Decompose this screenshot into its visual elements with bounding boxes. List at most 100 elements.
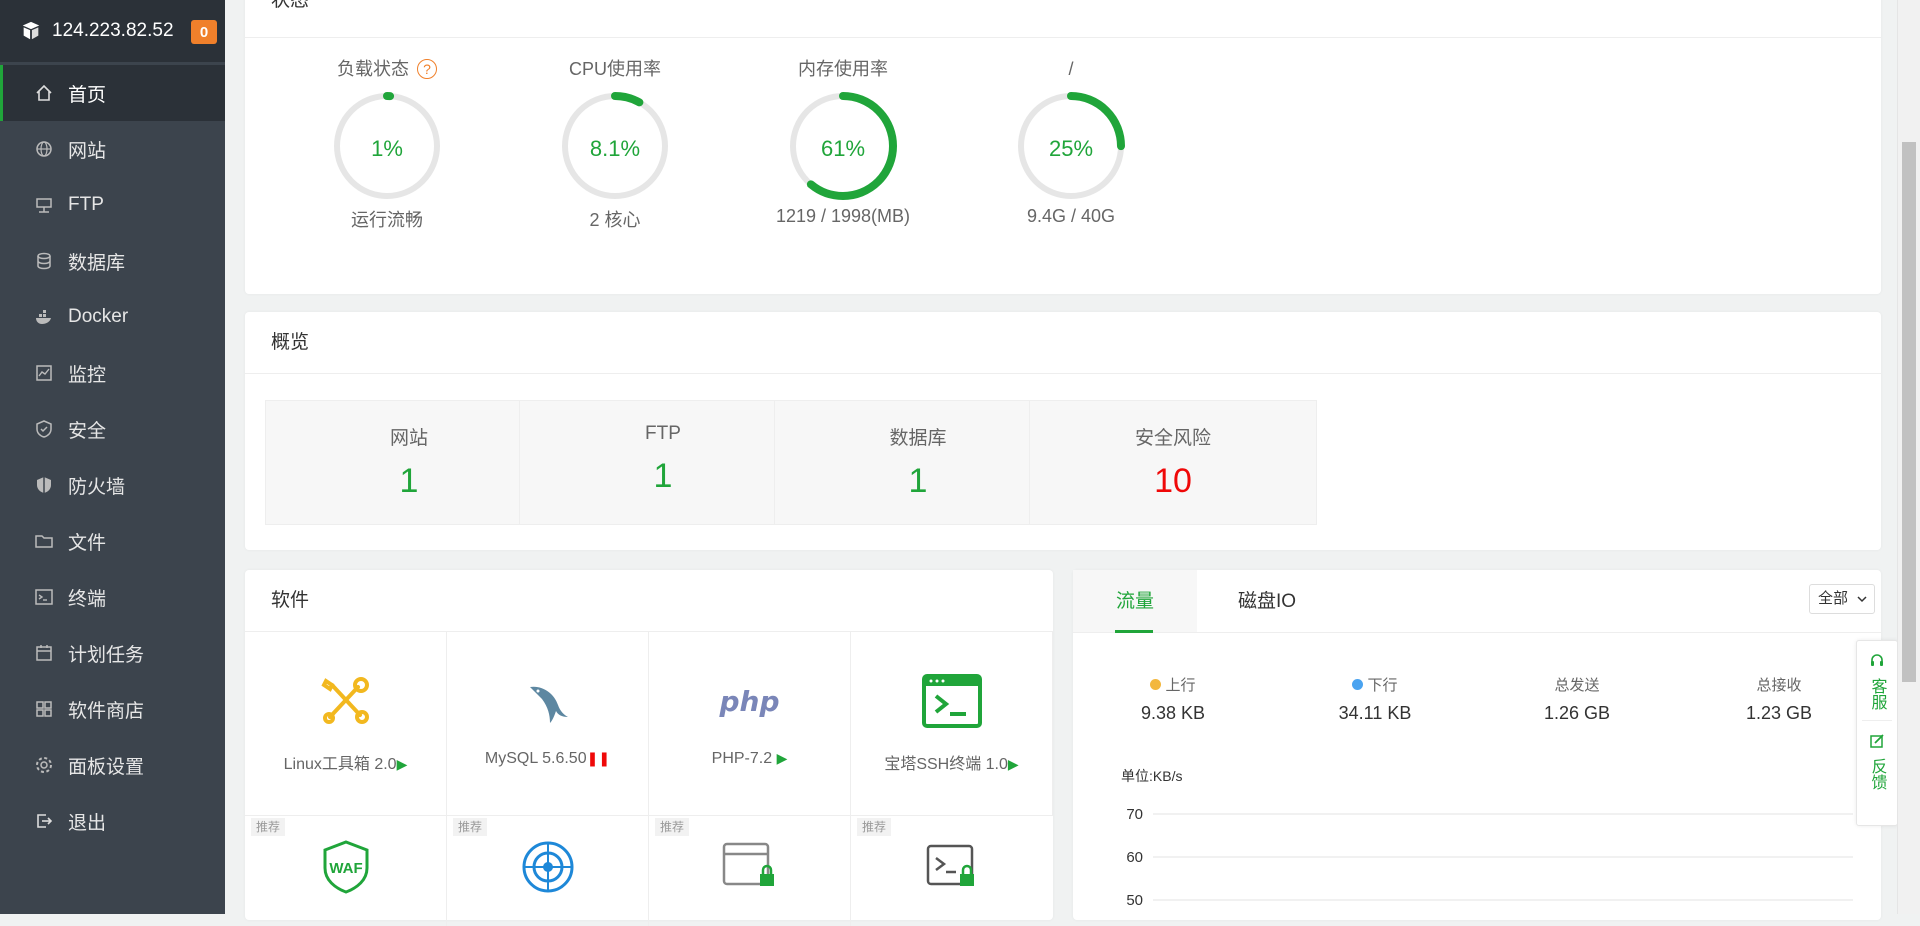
- gauge-subtext: 2 核心: [589, 210, 641, 230]
- recommended-waf[interactable]: 推荐 WAF: [245, 816, 447, 926]
- docker-icon: [34, 307, 54, 327]
- sidebar-item-4[interactable]: Docker: [0, 289, 225, 345]
- headset-icon: [1871, 654, 1883, 666]
- play-icon[interactable]: ▶: [777, 750, 788, 766]
- sidebar-item-label: Docker: [68, 306, 129, 327]
- waf-logo-text: WAF: [329, 860, 362, 877]
- sidebar-item-13[interactable]: 退出: [0, 793, 225, 849]
- sidebar-item-7[interactable]: 防火墙: [0, 457, 225, 513]
- software-item-mysql[interactable]: MySQL 5.6.50❚❚: [447, 632, 649, 816]
- play-icon[interactable]: ▶: [397, 756, 408, 772]
- customer-service-button[interactable]: 客服: [1857, 641, 1897, 710]
- overview-title: 概览: [245, 312, 1881, 374]
- logout-icon: [34, 811, 54, 831]
- software-item-php[interactable]: php PHP-7.2 ▶: [649, 632, 851, 816]
- y-tick-label: 60: [1126, 849, 1143, 866]
- sidebar-item-5[interactable]: 监控: [0, 345, 225, 401]
- gauge-2: 内存使用率 61% 1219 / 1998(MB): [753, 56, 933, 227]
- gauge-value: 61%: [820, 136, 866, 161]
- sidebar-item-label: 软件商店: [68, 700, 145, 722]
- stat-label: 总发送: [1554, 677, 1600, 694]
- apps-icon: [34, 699, 54, 719]
- toolbox-icon: [320, 677, 369, 724]
- recommended-website-lock[interactable]: 推荐: [649, 816, 851, 926]
- overview-card-3[interactable]: 安全风险 10: [1029, 400, 1317, 525]
- stat-label: 上行: [1165, 677, 1196, 694]
- status-title: 状态: [245, 0, 1881, 38]
- gauge-label: CPU使用率: [568, 59, 661, 79]
- sidebar-item-label: 终端: [68, 588, 107, 610]
- gauge-value: 1%: [371, 136, 403, 161]
- page-scrollbar[interactable]: [1897, 0, 1920, 914]
- sidebar-item-label: 计划任务: [68, 644, 145, 666]
- gauge-1: CPU使用率 8.1% 2 核心: [525, 56, 705, 232]
- software-name: 宝塔SSH终端 1.0: [884, 756, 1008, 773]
- overview-card-value: 1: [399, 462, 419, 500]
- sidebar-item-1[interactable]: 网站: [0, 121, 225, 177]
- php-logo-icon: php: [719, 684, 780, 718]
- stat-total-sent: 总发送 1.26 GB: [1477, 674, 1677, 724]
- main-content: 状态 负载状态? 1% 运行流畅 CPU使用率 8.1% 2 核心 内存使用率 61% 1219…: [225, 0, 1897, 926]
- software-title: 软件: [245, 570, 1053, 632]
- sidebar-item-12[interactable]: 面板设置: [0, 737, 225, 793]
- sidebar: 124.223.82.52 0 首页 网站 FTP 数据库 Docker 监控安全 防火墙文…: [0, 0, 225, 914]
- home-icon: [34, 83, 54, 103]
- gauge-3: / 25% 9.4G / 40G: [981, 56, 1161, 227]
- folder-icon: [34, 531, 54, 551]
- message-badge[interactable]: 0: [191, 20, 217, 44]
- overview-card-value: 10: [1154, 462, 1192, 500]
- customer-service-label: 客服: [1868, 678, 1886, 710]
- traffic-panel: 流量 磁盘IO 全部 上行 9.38 KB 下行 34.11 KB 总发送 1.…: [1073, 570, 1881, 920]
- sidebar-item-label: 监控: [68, 364, 107, 386]
- stat-label: 下行: [1367, 677, 1398, 694]
- recommend-tag: 推荐: [453, 818, 488, 836]
- recommended-monitor[interactable]: 推荐: [447, 816, 649, 926]
- stat-value: 9.38 KB: [1140, 703, 1206, 723]
- pause-icon[interactable]: ❚❚: [587, 750, 610, 766]
- gauge-label: 内存使用率: [798, 59, 888, 79]
- tab-traffic[interactable]: 流量: [1073, 570, 1197, 633]
- gauge-label: 负载状态: [337, 59, 409, 79]
- sidebar-item-8[interactable]: 文件: [0, 513, 225, 569]
- sidebar-item-0[interactable]: 首页: [0, 65, 225, 121]
- sidebar-item-2[interactable]: FTP: [0, 177, 225, 233]
- feedback-button[interactable]: 反馈: [1857, 721, 1897, 790]
- software-item-ssh-terminal[interactable]: 宝塔SSH终端 1.0▶: [851, 632, 1053, 816]
- sidebar-item-11[interactable]: 软件商店: [0, 681, 225, 737]
- sidebar-item-label: 面板设置: [68, 756, 145, 778]
- overview-card-value: 1: [908, 462, 928, 500]
- firewall-icon: [34, 475, 54, 495]
- ssh-terminal-icon: [921, 674, 982, 728]
- overview-card-1[interactable]: FTP 1: [519, 400, 807, 525]
- sidebar-item-9[interactable]: 终端: [0, 569, 225, 625]
- tab-disk-io[interactable]: 磁盘IO: [1197, 570, 1337, 632]
- gauge-value: 8.1%: [589, 136, 641, 161]
- stat-value: 34.11 KB: [1338, 703, 1412, 723]
- scrollbar-thumb[interactable]: [1902, 142, 1916, 682]
- overview-card-label: 数据库: [889, 428, 947, 449]
- stat-download: 下行 34.11 KB: [1275, 674, 1475, 724]
- software-item-linux-toolbox[interactable]: Linux工具箱 2.0▶: [245, 632, 447, 816]
- sidebar-item-3[interactable]: 数据库: [0, 233, 225, 289]
- sidebar-item-10[interactable]: 计划任务: [0, 625, 225, 681]
- overview-card-0[interactable]: 网站 1: [265, 400, 553, 525]
- mysql-dolphin-icon: [529, 686, 568, 723]
- sidebar-item-label: 退出: [68, 812, 107, 834]
- sidebar-header: 124.223.82.52 0: [0, 0, 225, 62]
- sidebar-item-label: 数据库: [68, 252, 126, 274]
- sidebar-item-6[interactable]: 安全: [0, 401, 225, 457]
- globe-icon: [34, 139, 54, 159]
- stat-label: 总接收: [1756, 677, 1802, 694]
- floating-service-widget: 客服 反馈: [1856, 640, 1898, 826]
- gear-icon: [34, 755, 54, 775]
- network-interface-select[interactable]: 全部: [1809, 584, 1875, 614]
- recommended-terminal-lock[interactable]: 推荐: [851, 816, 1053, 926]
- overview-card-2[interactable]: 数据库 1: [774, 400, 1062, 525]
- help-icon[interactable]: ?: [417, 59, 437, 79]
- monitor-icon: [34, 363, 54, 383]
- feedback-label: 反馈: [1868, 758, 1886, 790]
- play-icon[interactable]: ▶: [1008, 756, 1019, 772]
- gauge-subtext: 9.4G / 40G: [1026, 206, 1116, 226]
- gauge-0: 负载状态? 1% 运行流畅: [297, 56, 477, 232]
- recommend-tag: 推荐: [251, 818, 286, 836]
